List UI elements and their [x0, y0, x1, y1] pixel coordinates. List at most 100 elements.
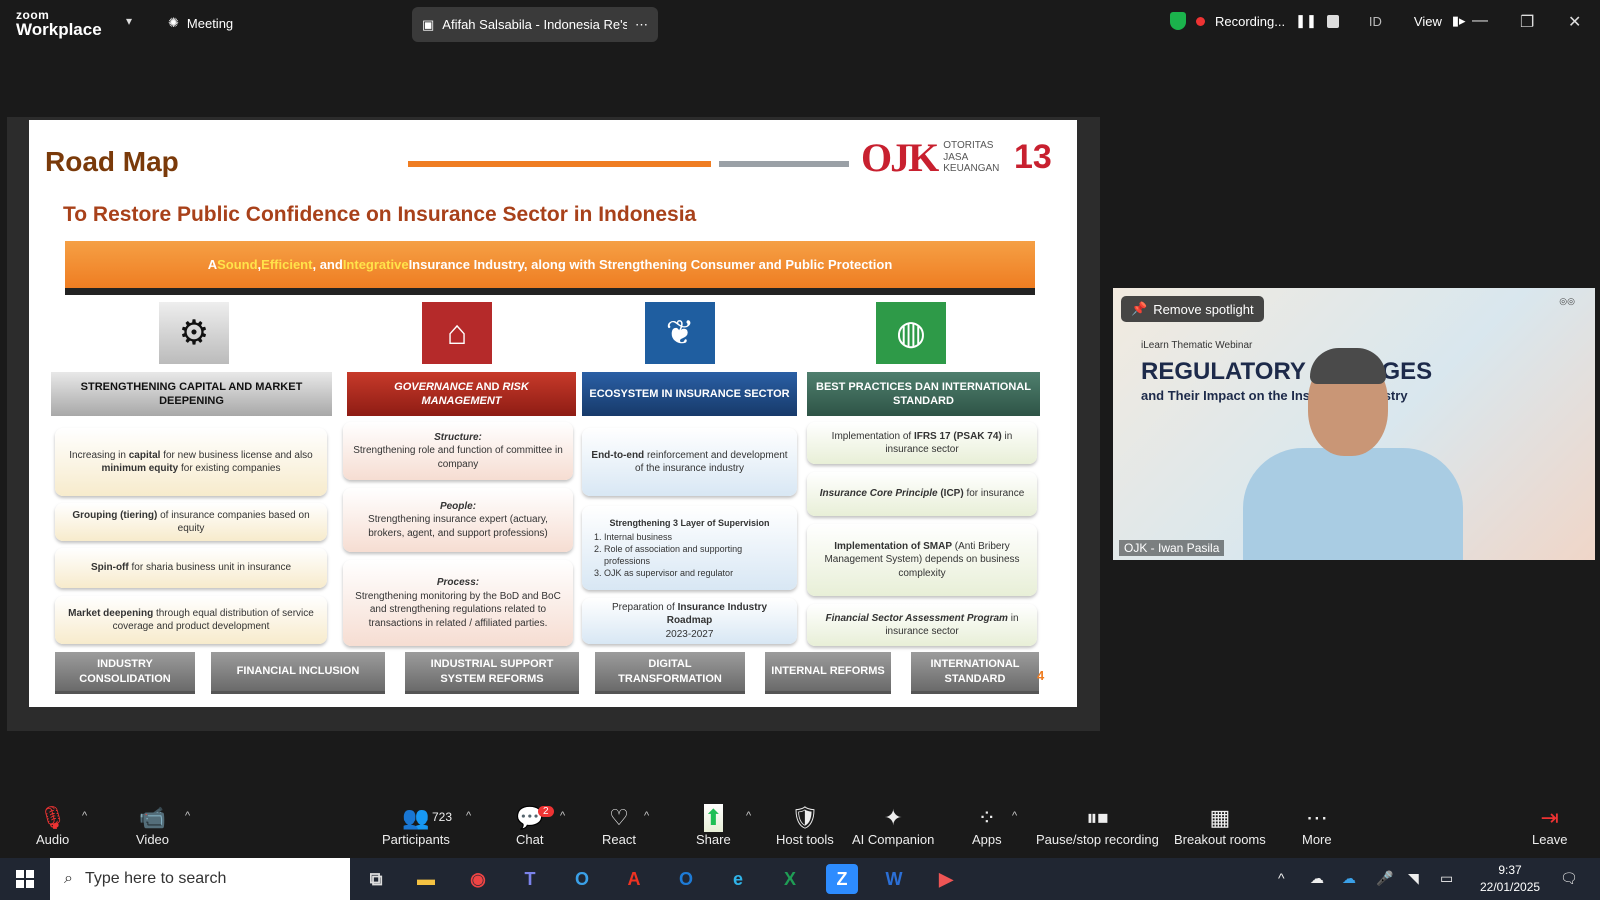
search-placeholder: Type here to search — [84, 870, 227, 887]
encryption-shield-icon[interactable] — [1170, 12, 1186, 30]
t: for sharia business unit in insurance — [128, 562, 292, 574]
meeting-menu[interactable]: ✺ Meeting — [168, 15, 233, 31]
footer-internal-reforms: INTERNAL REFORMS — [765, 652, 891, 694]
t: Process: — [436, 577, 480, 588]
leave-icon: ⇥ — [1540, 805, 1559, 830]
pillar-header-best-practices: BEST PRACTICES DAN INTERNATIONAL STANDAR… — [807, 372, 1040, 416]
media-player-icon[interactable]: ▶ — [930, 864, 962, 894]
more-icon: ⋯ — [1305, 805, 1328, 830]
host-tools-label: Host tools — [776, 832, 834, 847]
breakout-rooms-button[interactable]: ▦ Breakout rooms — [1174, 804, 1266, 847]
pause-recording-icon[interactable]: ❚❚ — [1295, 13, 1317, 29]
remove-spotlight-button[interactable]: 📌 Remove spotlight — [1121, 296, 1264, 322]
share-caret-icon[interactable]: ^ — [746, 810, 751, 822]
apps-button[interactable]: ⁘ Apps — [972, 804, 1002, 847]
t: Structure: — [434, 431, 482, 443]
microphone-icon[interactable]: 🎤 — [1376, 870, 1393, 887]
close-icon[interactable]: ✕ — [1568, 12, 1581, 32]
t: People: — [439, 500, 477, 512]
word-icon[interactable]: W — [878, 864, 910, 894]
share-button[interactable]: ⬆ Share — [696, 804, 731, 847]
card-supervision: Strengthening 3 Layer of Supervision Int… — [582, 506, 797, 590]
react-button[interactable]: ♡ React — [602, 804, 636, 847]
windows-start-icon[interactable] — [16, 870, 34, 888]
system-clock[interactable]: 9:37 22/01/2025 — [1480, 862, 1540, 896]
share-stage: Road Map OJK OTORITAS JASA KEUANGAN 13 T… — [7, 117, 1100, 731]
audio-caret-icon[interactable]: ^ — [82, 810, 87, 822]
audio-button[interactable]: 🎙 Audio — [36, 804, 69, 847]
task-view-icon[interactable]: ⧉ — [360, 864, 392, 894]
card-ifrs: Implementation of IFRS 17 (PSAK 74) in i… — [807, 422, 1037, 464]
more-label: More — [1302, 832, 1332, 847]
video-button[interactable]: 📹 Video — [136, 804, 169, 847]
taskbar-search[interactable]: ⌕ Type here to search — [50, 858, 350, 900]
onedrive-icon[interactable]: ☁ — [1342, 870, 1356, 887]
t: Strengthening monitoring by the BoD and … — [355, 590, 561, 629]
list-item: OJK as supervisor and regulator — [604, 567, 789, 579]
zoom-logo[interactable]: zoom Workplace — [16, 9, 102, 38]
react-caret-icon[interactable]: ^ — [644, 810, 649, 822]
notifications-icon[interactable]: 🗨 — [1560, 870, 1578, 887]
card-spinoff: Spin-off for sharia business unit in ins… — [55, 548, 327, 588]
weather-icon[interactable]: ☁ — [1310, 870, 1324, 887]
banner-sound: Sound — [217, 257, 258, 272]
view-menu[interactable]: View — [1414, 14, 1442, 29]
meeting-label: Meeting — [186, 15, 234, 31]
leave-button[interactable]: ⇥ Leave — [1532, 804, 1567, 847]
footer-international-standard: INTERNATIONAL STANDARD — [911, 652, 1039, 694]
share-indicator[interactable]: ▣ Afifah Salsabila - Indonesia Re's ⋯ — [412, 7, 658, 42]
recording-label: Recording... — [1215, 13, 1286, 29]
clock-time: 9:37 — [1498, 863, 1522, 877]
file-explorer-icon[interactable]: ▬ — [410, 864, 442, 894]
chevron-down-icon[interactable]: ▾ — [126, 14, 132, 28]
ai-companion-button[interactable]: ✦ AI Companion — [852, 804, 934, 847]
teams-icon[interactable]: T — [514, 864, 546, 894]
tray-chevron-icon[interactable]: ^ — [1278, 870, 1285, 886]
pause-stop-icon: ⏸⏹ — [1086, 805, 1109, 830]
speaker-hair — [1310, 348, 1386, 384]
t: IFRS 17 (PSAK 74) — [913, 430, 1002, 442]
audio-label: Audio — [36, 832, 70, 847]
participants-caret-icon[interactable]: ^ — [466, 810, 471, 822]
language-label[interactable]: ID — [1369, 14, 1382, 29]
spotlight-video[interactable]: iLearn Thematic Webinar REGULATORY CHANG… — [1113, 288, 1595, 560]
supervision-list: Internal business Role of association an… — [590, 531, 789, 580]
and-text: AND — [473, 380, 503, 393]
ojk-mark: OJK — [861, 135, 939, 180]
wifi-icon[interactable]: ◥ — [1408, 870, 1419, 887]
slide-title: Road Map — [45, 146, 179, 177]
card-market-deepening: Market deepening through equal distribut… — [55, 596, 327, 644]
host-tools-button[interactable]: 🛡 Host tools — [776, 804, 834, 847]
share-label: Share — [696, 832, 731, 847]
display-icon[interactable]: ▭ — [1440, 870, 1453, 887]
card-grouping: Grouping (tiering) of insurance companie… — [55, 503, 327, 541]
card-icp: Insurance Core Principle (ICP) for insur… — [807, 472, 1037, 516]
globe-icon: ◍ — [876, 302, 946, 364]
chrome-icon[interactable]: ◉ — [462, 864, 494, 894]
banner-text: A — [207, 257, 218, 272]
zoom-app-icon[interactable]: Z — [826, 864, 858, 894]
participants-icon: 👥 — [402, 805, 430, 830]
stop-recording-icon[interactable] — [1326, 14, 1339, 28]
footer-support-system: INDUSTRIAL SUPPORT SYSTEM REFORMS — [405, 652, 579, 694]
outlook-icon[interactable]: O — [670, 864, 702, 894]
pause-stop-recording-button[interactable]: ⏸⏹ Pause/stop recording — [1036, 804, 1159, 847]
excel-icon[interactable]: X — [774, 864, 806, 894]
chat-caret-icon[interactable]: ^ — [560, 810, 565, 822]
video-caret-icon[interactable]: ^ — [185, 810, 190, 822]
apps-caret-icon[interactable]: ^ — [1012, 810, 1017, 822]
restore-icon[interactable]: ❐ — [1520, 12, 1534, 32]
more-button[interactable]: ⋯ More — [1302, 804, 1332, 847]
chat-button[interactable]: 💬 Chat 2 — [516, 804, 554, 847]
sparkle-icon: ✦ — [883, 805, 903, 830]
acrobat-icon[interactable]: A — [618, 864, 650, 894]
outlook-new-icon[interactable]: O — [566, 864, 598, 894]
pillar-header-ecosystem: ECOSYSTEM IN INSURANCE SECTOR — [582, 372, 797, 416]
edge-icon[interactable]: e — [722, 864, 754, 894]
minimize-icon[interactable]: — — [1472, 12, 1488, 30]
t: Spin-off — [90, 562, 129, 574]
video-label: Video — [136, 832, 170, 847]
share-screen-icon: ⬆ — [704, 804, 723, 832]
t: Grouping (tiering) — [72, 509, 158, 521]
more-options-icon[interactable]: ⋯ — [635, 17, 648, 33]
